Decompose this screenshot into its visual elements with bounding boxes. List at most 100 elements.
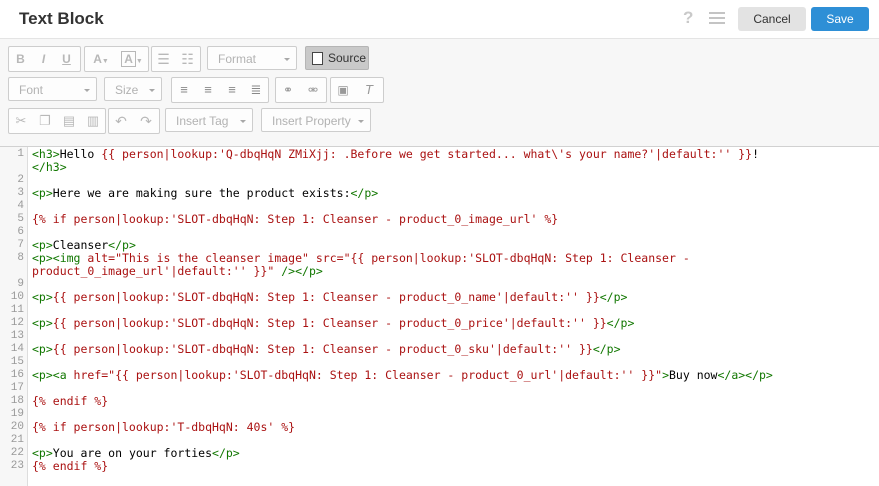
line-number: 9 [17, 278, 24, 290]
align-right-icon[interactable]: ≡ [220, 78, 244, 102]
remove-format-icon[interactable]: T [357, 78, 381, 102]
format-select-label: Format [218, 52, 257, 66]
align-center-icon[interactable]: ≡ [196, 78, 220, 102]
cancel-button[interactable]: Cancel [738, 7, 806, 31]
source-icon [312, 52, 323, 65]
underline-icon[interactable]: U [55, 47, 78, 71]
code-token: {{ person|lookup:'SLOT-dbqHqN: Step 1: C… [52, 290, 600, 304]
colors-group: A▼ A ▼ [84, 46, 149, 72]
code-line: {% if person|lookup:'T-dbqHqN: 40s' %} [32, 421, 295, 434]
italic-icon[interactable]: I [32, 47, 55, 71]
line-number: 12 [10, 317, 24, 329]
line-number: 10 [10, 291, 24, 303]
justify-icon[interactable]: ≣ [244, 78, 268, 102]
menu-icon[interactable] [709, 12, 725, 26]
undo-icon[interactable]: ↶ [109, 109, 133, 133]
code-line: <h3>Hello {{ person|lookup:'Q-dbqHqN ZMi… [32, 148, 759, 161]
copy-icon[interactable]: ❐ [33, 109, 57, 133]
paste-icon[interactable]: ▤ [57, 109, 81, 133]
code-line: {% endif %} [32, 395, 108, 408]
cut-icon[interactable]: ✂ [9, 109, 33, 133]
format-select[interactable]: Format [207, 46, 297, 70]
code-token: /></p> [274, 264, 323, 278]
help-icon[interactable]: ? [683, 8, 693, 28]
code-token: {% endif %} [32, 459, 109, 473]
code-token: {% if person|lookup:'T-dbqHqN: 40s' %} [32, 420, 296, 434]
code-line: <p><a href="{{ person|lookup:'SLOT-dbqHq… [32, 369, 773, 382]
code-token: <p> [32, 316, 53, 330]
code-token: </p> [592, 342, 621, 356]
line-number: 1 [17, 148, 24, 160]
code-line: <p>{{ person|lookup:'SLOT-dbqHqN: Step 1… [32, 343, 621, 356]
line-number: 6 [17, 226, 24, 238]
line-number: 7 [17, 239, 24, 251]
image-icon[interactable]: ▣ [331, 78, 355, 102]
font-select[interactable]: Font [8, 77, 97, 101]
insert-property-select[interactable]: Insert Property [261, 108, 371, 132]
code-token: {% if person|lookup:'SLOT-dbqHqN: Step 1… [32, 212, 559, 226]
code-line: <p>{{ person|lookup:'SLOT-dbqHqN: Step 1… [32, 291, 627, 304]
line-number: 16 [10, 369, 24, 381]
unlink-icon[interactable]: ⚮ [301, 78, 325, 102]
code-token: product_0_image_url'|default:'' }}" [32, 264, 275, 278]
size-select[interactable]: Size [104, 77, 162, 101]
line-number: 19 [10, 408, 24, 420]
code-token: Buy now [669, 368, 718, 382]
code-token: {{ person|lookup:'SLOT-dbqHqN: Step 1: C… [52, 316, 607, 330]
line-number: 13 [10, 330, 24, 342]
code-token: You are on your forties [52, 446, 213, 460]
code-token: </p> [108, 238, 136, 252]
clipboard-group: ✂ ❐ ▤ ▥ [8, 108, 106, 134]
line-number: 17 [10, 382, 24, 394]
text-color-icon[interactable]: A▼ [87, 47, 115, 71]
source-button[interactable]: Source [305, 46, 369, 70]
line-number: 8 [17, 252, 24, 264]
redo-icon[interactable]: ↷ [134, 109, 158, 133]
chevron-down-icon [84, 89, 90, 92]
insert-group: ▣ T [330, 77, 384, 103]
line-number: 11 [10, 304, 24, 316]
code-token: <p> [32, 186, 53, 200]
link-icon[interactable]: ⚭ [276, 78, 300, 102]
line-number: 15 [10, 356, 24, 368]
code-token: </p> [606, 316, 635, 330]
code-line: {% endif %} [32, 460, 108, 473]
background-color-icon[interactable]: A ▼ [118, 47, 146, 71]
code-line: {% if person|lookup:'SLOT-dbqHqN: Step 1… [32, 213, 558, 226]
history-group: ↶ ↷ [108, 108, 160, 134]
line-number: 5 [17, 213, 24, 225]
code-token: Here we are making sure the product exis… [52, 186, 351, 200]
line-number: 3 [17, 187, 24, 199]
code-token: alt="This is the cleanser image" src="{{… [87, 251, 690, 265]
code-line: <p>Here we are making sure the product e… [32, 187, 378, 200]
line-number: 18 [10, 395, 24, 407]
align-left-icon[interactable]: ≡ [172, 78, 196, 102]
code-token: <p> [32, 342, 53, 356]
code-token: </h3> [32, 160, 67, 174]
dialog-header: Text Block ? Cancel Save [0, 0, 879, 39]
code-token: {{ person|lookup:'Q-dbqHqN ZMiXjj: .Befo… [101, 147, 753, 161]
line-number: 4 [17, 200, 24, 212]
code-token: </p> [212, 446, 240, 460]
alignment-group: ≡ ≡ ≡ ≣ [171, 77, 269, 103]
bg-color-glyph: A [121, 51, 136, 67]
code-token: {% endif %} [32, 394, 109, 408]
insert-tag-select[interactable]: Insert Tag [165, 108, 253, 132]
chevron-down-icon [240, 120, 246, 123]
code-token: ! [752, 147, 760, 161]
chevron-down-icon [284, 58, 290, 61]
save-button[interactable]: Save [811, 7, 869, 31]
source-button-label: Source [328, 51, 367, 65]
bulleted-list-icon[interactable]: ☰ [152, 47, 175, 71]
code-token: <p> [32, 290, 53, 304]
line-number: 14 [10, 343, 24, 355]
bold-icon[interactable]: B [9, 47, 32, 71]
code-token: <h3> [32, 147, 60, 161]
paste-text-icon[interactable]: ▥ [81, 109, 105, 133]
code-line: product_0_image_url'|default:'' }}" /></… [32, 265, 323, 278]
source-editor[interactable]: 1 2 3 4 5 6 7 8 9 10 11 12 13 14 15 16 17 18 19 20 21 22 23 <h… [0, 147, 879, 486]
code-token: href="{{ person|lookup:'SLOT-dbqHqN: Ste… [73, 368, 663, 382]
numbered-list-icon[interactable]: ☷ [176, 47, 199, 71]
line-number: 21 [10, 434, 24, 446]
code-token: Cleanser [52, 238, 109, 252]
